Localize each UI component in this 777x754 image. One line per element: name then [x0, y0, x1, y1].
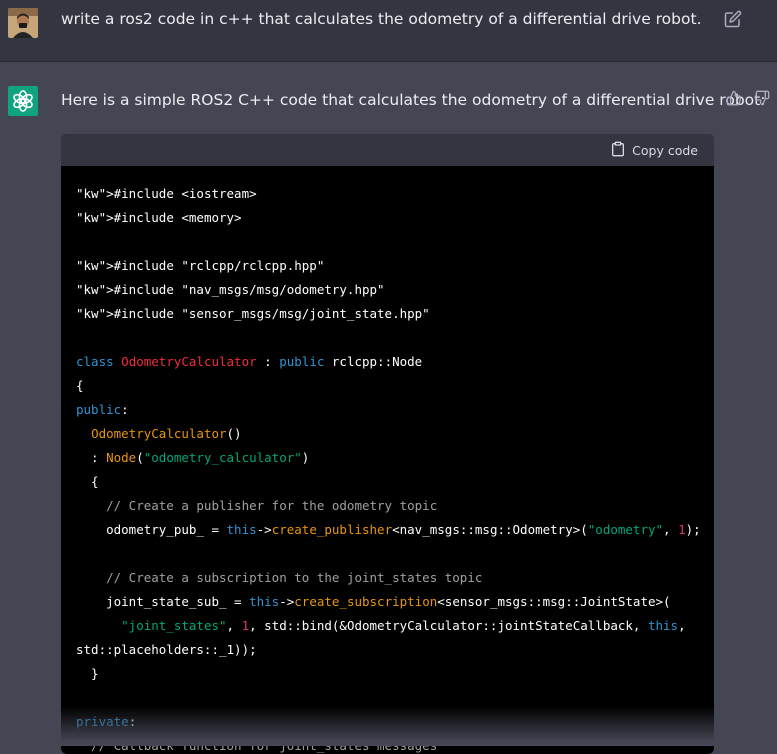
user-message-row: write a ros2 code in c++ that calculates…: [0, 0, 777, 62]
code-line: "kw">#include "rclcpp/rclcpp.hpp": [76, 258, 325, 273]
code-line: "kw">#include <iostream>: [76, 186, 257, 201]
code-line: joint_state_sub_ = this->create_subscrip…: [76, 594, 671, 609]
code-line: odometry_pub_ = this->create_publisher<n…: [76, 522, 701, 537]
code-line: // Create a subscription to the joint_st…: [76, 570, 483, 585]
user-avatar: [8, 8, 38, 38]
code-block-header: Copy code: [61, 134, 714, 166]
code-line: : Node("odometry_calculator"): [76, 450, 310, 465]
code-line: OdometryCalculator(): [91, 426, 242, 441]
code-line: ​: [76, 542, 699, 566]
copy-code-button[interactable]: Copy code: [610, 141, 698, 159]
code-line: "kw">#include "nav_msgs/msg/odometry.hpp…: [76, 282, 385, 297]
edit-icon[interactable]: [724, 10, 742, 28]
assistant-message-row: Here is a simple ROS2 C++ code that calc…: [0, 62, 777, 754]
code-line: ​: [76, 230, 699, 254]
code-line: "kw">#include <memory>: [76, 210, 242, 225]
code-line: "kw">#include "sensor_msgs/msg/joint_sta…: [76, 306, 430, 321]
fade-overlay: [61, 706, 714, 746]
user-message-text: write a ros2 code in c++ that calculates…: [61, 10, 702, 28]
code-line: {: [76, 378, 84, 393]
code-block: Copy code "kw">#include <iostream> "kw">#…: [61, 134, 714, 754]
code-line: {: [76, 474, 99, 489]
clipboard-icon: [610, 141, 626, 160]
copy-code-label: Copy code: [632, 142, 698, 158]
openai-logo-icon: [8, 86, 38, 116]
thumbs-up-icon[interactable]: [726, 90, 742, 106]
code-line: std::placeholders::_1));: [76, 642, 257, 657]
code-content: "kw">#include <iostream> "kw">#include <m…: [61, 166, 714, 754]
code-line: "joint_states", 1, std::bind(&OdometryCa…: [121, 618, 686, 633]
code-line: }: [76, 666, 99, 681]
code-line: // Create a publisher for the odometry t…: [76, 498, 438, 513]
code-line: class OdometryCalculator : public rclcpp…: [76, 354, 423, 369]
code-line: public:: [76, 402, 129, 417]
assistant-intro-text: Here is a simple ROS2 C++ code that calc…: [61, 91, 766, 109]
code-line: ​: [76, 326, 699, 350]
thumbs-down-icon[interactable]: [754, 90, 770, 106]
